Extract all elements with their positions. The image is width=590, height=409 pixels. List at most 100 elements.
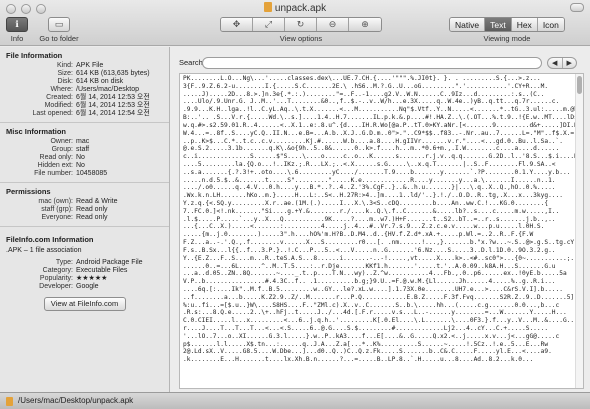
info-row: Modified: 6월 14, 2014 12:53 오전: [0, 102, 169, 110]
info-row-value: mac: [76, 138, 90, 145]
info-row: Popularity: ★★★★★: [0, 275, 169, 283]
info-row-value: Executable Files: [76, 267, 128, 274]
info-icon: ℹ: [15, 19, 19, 29]
text-line: PK........L.O...Ng\...'.....classes.dex\…: [183, 75, 541, 82]
info-row-key: Hidden ext:: [37, 162, 73, 169]
text-line: ....5.........la.{Q.o...!..IKz.;.R...LX.…: [183, 160, 556, 168]
fileinfo-section: FileInfo.com Information .APK – 1 file a…: [0, 227, 169, 317]
info-row-value: 10458085: [76, 170, 108, 177]
view-options-control: ✥ ⤢ ↻ ⊖ ⊕: [220, 17, 382, 32]
text-line: '...lO..7...o..XI......G.3.l.....}.w..P.…: [183, 332, 560, 340]
info-row-key: Disk:: [57, 78, 73, 85]
info-tool[interactable]: ℹ Info: [6, 17, 28, 43]
info-row: Everyone: Read only: [0, 214, 169, 222]
text-line: .9.9...K.H..lga..!l..C.yL.Aq..\.t.X.....…: [183, 106, 575, 114]
info-row-value: Read only: [76, 206, 108, 213]
text-line: .R.s:...8.Q.e.....2..\+..hFj..t.....J../…: [183, 309, 567, 317]
text-line: B:..'.. .S...V.r.{.....Wd.\..s.]....1.4.…: [183, 114, 575, 122]
text-line: w.q.#>.s2.59.01.R..4......<..X.1..e:.8.u…: [183, 121, 575, 129]
view-options-group: ✥ ⤢ ↻ ⊖ ⊕ View options: [220, 17, 382, 43]
app-window: unpack.apk ℹ Info ▭ Go to folder ✥ ⤢ ↻ ⊖…: [0, 0, 590, 409]
previous-match-icon[interactable]: ◀: [548, 58, 563, 68]
toolbar-toggle-button[interactable]: [570, 3, 584, 12]
info-row: mac (own): Read & Write: [0, 198, 169, 206]
status-bar: /Users/mac/Desktop/unpack.apk: [0, 392, 590, 409]
text-line: @.e.S.2.....3.1b.......q.K\.&o{9h..5..8&…: [183, 145, 560, 153]
fileinfo-subtitle: .APK – 1 file association: [6, 247, 82, 254]
info-row: File number: 10458085: [0, 170, 169, 178]
info-row-value: Google: [76, 283, 99, 290]
mode-text[interactable]: Text: [485, 18, 512, 31]
mode-icon[interactable]: Icon: [537, 18, 564, 31]
info-row: Where:/Users/mac/Desktop: [0, 86, 169, 94]
mode-native[interactable]: Native: [450, 18, 486, 31]
file-information-rows: Kind: APK File Size: 614 KB (613,635 bytes)…: [0, 62, 169, 118]
search-input[interactable]: [202, 57, 542, 69]
text-line: .k........E...H.......t....lx.Xh.B.n....…: [183, 356, 534, 364]
text-line: .....{m..j.0........).....3".h....hO%'m.…: [183, 231, 534, 239]
info-row-key: Modified:: [44, 102, 73, 109]
info-row-key: File number:: [34, 170, 73, 177]
info-row-value: 614 KB on disk: [76, 78, 124, 85]
info-row-value: 614 KB (613,635 bytes): [76, 70, 150, 77]
text-line: Y..{E.Z...F..S....m...R..teS.A.S...8....…: [183, 254, 575, 262]
text-line: %:u..fi...=[$.u..}W\....S8HS....F.."ZMl.…: [183, 301, 560, 309]
viewing-mode-label: Viewing mode: [483, 34, 531, 43]
info-row-key: Size:: [57, 70, 73, 77]
rotate-icon[interactable]: ↻: [285, 18, 317, 31]
info-button[interactable]: ℹ: [6, 17, 28, 32]
text-view[interactable]: PK........L.O...Ng\...'.....classes.dex\…: [179, 73, 584, 389]
search-navigation: ◀ ▶: [547, 57, 577, 69]
info-row-key: Type:: [55, 259, 73, 266]
info-row-value: /Users/mac/Desktop: [76, 86, 140, 93]
zoom-out-icon[interactable]: ⊖: [317, 18, 349, 31]
info-row-key: Everyone:: [41, 214, 73, 221]
viewing-mode-control: Native Text Hex Icon: [449, 17, 565, 32]
info-row: Hidden ext: No: [0, 162, 169, 170]
text-line: .....n.d.5.$..&.......t.....S"........."…: [183, 176, 556, 184]
text-line: .Wx.k.n.LH.......hKo..m.}.....H...L:..S<…: [183, 192, 563, 200]
view-at-fileinfo-button[interactable]: View at FileInfo.com: [43, 297, 126, 311]
zoom-in-icon[interactable]: ⊕: [349, 18, 381, 31]
info-row-value: 6월 14, 2014 12:53 오전: [76, 94, 150, 101]
next-match-icon[interactable]: ▶: [563, 58, 577, 68]
text-line: ..p..K>$...C.*..t.c..c.v.........Kj.#...…: [183, 137, 563, 145]
info-row-key: Owner:: [50, 138, 73, 145]
info-row-key: Where:: [50, 86, 73, 93]
main-panel: Search: ◀ ▶ PK........L.O...Ng\...'.....…: [171, 47, 590, 392]
info-row: Type: Android Package File: [0, 259, 169, 267]
text-line: Y.z.q.{<.SQ.y.........X.r..ae.(1M.(.)...…: [183, 200, 549, 207]
go-to-folder-button[interactable]: ▭: [48, 17, 70, 32]
text-line: r....J....T...T...T...<...<.S.....6..@.G…: [183, 325, 549, 332]
file-icon: [6, 397, 13, 406]
info-row-value: ★★★★★: [76, 275, 108, 282]
mode-hex[interactable]: Hex: [511, 18, 538, 31]
info-sidebar: File Information Kind: APK File Size: 614 K…: [0, 47, 170, 392]
text-line: p$.......l.l.....X$.tn...:......q..J.A..…: [183, 340, 549, 348]
permissions-title: Permissions: [6, 187, 51, 196]
text-line: ..../.o0......q..4.V...0.h....y...B.*..?…: [183, 184, 556, 192]
vertical-scrollbar[interactable]: [575, 74, 583, 388]
file-information-section: File Information Kind: APK File Size: 614 K…: [0, 47, 169, 123]
text-line: 3{F..9.Z.6.2-u........I.{.....S.C.......…: [183, 82, 549, 90]
info-row: staff (grp): Read only: [0, 206, 169, 214]
text-content: PK........L.O...Ng\...'.....classes.dex\…: [183, 75, 575, 364]
go-to-folder-tool[interactable]: ▭ Go to folder: [36, 17, 82, 43]
info-row-key: Read only:: [39, 154, 73, 161]
move-icon[interactable]: ✥: [221, 18, 253, 31]
text-line: ...{...C..X.).....<.......:..........4..…: [183, 223, 545, 231]
info-row-value: staff: [76, 146, 90, 153]
info-row: Read only: No: [0, 154, 169, 162]
text-line: V.P..b................#.4.3C..f.. .1....…: [183, 278, 556, 286]
info-row: Size: 614 KB (613,635 bytes): [0, 70, 169, 78]
text-line: .....J).....2D...8.>.]n.3e{.*.:.).......…: [183, 90, 545, 98]
text-line: ....6q.[:....Ik"..M.f..B.5.........w..GY…: [183, 285, 563, 293]
info-row-key: Category:: [42, 267, 73, 274]
scrollbar-thumb[interactable]: [577, 76, 582, 94]
viewing-mode-group: Native Text Hex Icon Viewing mode: [449, 17, 565, 43]
info-row-value: 6월 14, 2014 12:54 오전: [76, 110, 150, 117]
window-title: unpack.apk: [0, 2, 590, 14]
info-row-key: Developer:: [39, 283, 73, 290]
expand-icon[interactable]: ⤢: [253, 18, 285, 31]
search-bar: Search: ◀ ▶: [179, 57, 584, 69]
